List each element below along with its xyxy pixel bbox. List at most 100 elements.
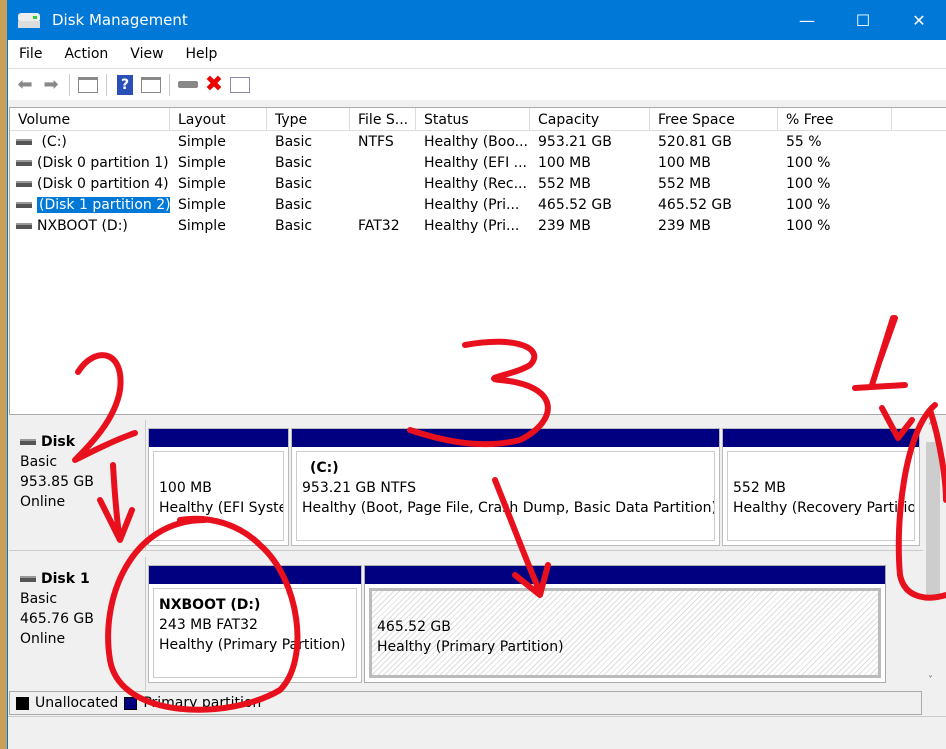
cell-text: 100 % — [786, 217, 831, 234]
disk-0-label[interactable]: Disk Basic 953.85 GB Online — [9, 420, 146, 550]
column-free-space[interactable]: Free Space — [650, 108, 778, 130]
cell-type: Basic — [267, 134, 350, 150]
cell-text: Simple — [178, 175, 226, 192]
cell-volume: (Disk 0 partition 4) — [10, 176, 170, 192]
cell-capacity: 552 MB — [530, 176, 650, 192]
column-percent-free[interactable]: % Free — [778, 108, 892, 130]
cell-text: Simple — [178, 133, 226, 150]
cell-text: FAT32 — [358, 217, 400, 234]
delete-icon[interactable]: ✖ — [201, 72, 227, 97]
cell-text: Healthy (EFI ... — [424, 154, 527, 171]
menu-file[interactable]: File — [8, 46, 53, 62]
cell-text: Basic — [275, 154, 313, 171]
cell-type: Basic — [267, 155, 350, 171]
disk-size: 465.76 GB — [20, 611, 94, 627]
cell-capacity: 953.21 GB — [530, 134, 650, 150]
cell-status: Healthy (Rec... — [416, 176, 530, 192]
cell-type: Basic — [267, 197, 350, 213]
partition-size: 465.52 GB — [377, 619, 451, 635]
partition-efi[interactable]: 100 MB Healthy (EFI System Partition) — [148, 428, 289, 546]
partition-c[interactable]: (C:) 953.21 GB NTFS Healthy (Boot, Page Fi… — [291, 428, 720, 546]
cell-text: 100 % — [786, 196, 831, 213]
partition-nxboot[interactable]: NXBOOT (D:) 243 MB FAT32 Healthy (Primary … — [148, 565, 362, 683]
disk-1-label[interactable]: Disk 1 Basic 465.76 GB Online — [9, 557, 146, 690]
cell-percent-free: 100 % — [778, 176, 892, 192]
legend-swatch-unallocated — [16, 696, 29, 710]
cell-percent-free: 100 % — [778, 197, 892, 213]
column-volume[interactable]: Volume — [10, 108, 170, 130]
table-row[interactable]: NXBOOT (D:) Simple Basic FAT32 Healthy (Pri.… — [10, 215, 946, 236]
connect-drive-icon[interactable] — [175, 73, 201, 97]
menu-action[interactable]: Action — [53, 46, 119, 62]
disk-icon — [20, 439, 36, 445]
scrollbar-thumb[interactable] — [926, 442, 940, 595]
cell-text: 100 MB — [658, 154, 711, 171]
cell-volume: (Disk 1 partition 2) — [10, 196, 170, 213]
partition-size: 100 MB — [159, 480, 212, 496]
cell-file-system: FAT32 — [350, 218, 416, 234]
partition-title: (C:) — [310, 460, 339, 476]
partition-size: 953.21 GB NTFS — [302, 480, 417, 496]
cell-text: 953.21 GB — [538, 133, 612, 150]
menu-view[interactable]: View — [119, 46, 174, 62]
back-icon[interactable]: ⬅ — [12, 73, 38, 97]
minimize-button[interactable]: — — [784, 0, 830, 40]
cell-status: Healthy (Pri... — [416, 218, 530, 234]
cell-text: (Disk 0 partition 4) — [37, 175, 169, 192]
disk-0-row: Disk Basic 953.85 GB Online 100 MB Health… — [9, 420, 923, 551]
cell-type: Basic — [267, 176, 350, 192]
scroll-up-icon[interactable]: ˄ — [928, 422, 933, 433]
legend-primary-partition: Primary partition — [143, 695, 262, 711]
forward-icon[interactable]: ➡ — [38, 73, 64, 97]
menu-help[interactable]: Help — [175, 46, 229, 62]
partition-status: Healthy (Recovery Partition) — [733, 500, 915, 516]
cell-free-space: 552 MB — [650, 176, 778, 192]
cell-text: (C:) — [37, 133, 67, 150]
title-bar: Disk Management — ☐ ✕ — [8, 0, 946, 40]
column-status[interactable]: Status — [416, 108, 530, 130]
partition-size: 243 MB FAT32 — [159, 617, 258, 633]
show-hide-console-tree-icon[interactable] — [75, 73, 101, 97]
cell-text: NTFS — [358, 133, 394, 150]
toolbar-separator — [169, 73, 170, 96]
cell-text: 465.52 GB — [658, 196, 732, 213]
disk-1-row: Disk 1 Basic 465.76 GB Online NXBOOT (D:… — [9, 557, 923, 690]
cell-status: Healthy (EFI ... — [416, 155, 530, 171]
column-type[interactable]: Type — [267, 108, 350, 130]
disk-management-app-icon — [18, 11, 40, 29]
cell-volume: NXBOOT (D:) — [10, 218, 170, 234]
status-bar — [8, 716, 946, 746]
column-file-system[interactable]: File S... — [350, 108, 416, 130]
properties-icon[interactable] — [227, 73, 253, 97]
cell-text: 552 MB — [538, 175, 591, 192]
cell-text: 55 % — [786, 133, 822, 150]
volume-icon — [16, 222, 32, 229]
graph-scrollbar[interactable]: ˄ ˅ — [924, 420, 942, 690]
disk-graph-pane: Disk Basic 953.85 GB Online 100 MB Health… — [9, 420, 923, 690]
cell-text: 465.52 GB — [538, 196, 612, 213]
partition-size: 552 MB — [733, 480, 786, 496]
table-row[interactable]: (C:) Simple Basic NTFS Healthy (Boo... 953.21… — [10, 131, 946, 152]
partition-disk1-selected[interactable]: 465.52 GB Healthy (Primary Partition) — [364, 565, 886, 683]
volume-icon — [16, 180, 32, 187]
table-row[interactable]: (Disk 0 partition 4) Simple Basic Healthy (… — [10, 173, 946, 194]
disk-state: Online — [20, 631, 66, 647]
show-action-pane-icon[interactable] — [138, 73, 164, 97]
cell-capacity: 465.52 GB — [530, 197, 650, 213]
help-icon[interactable]: ? — [112, 73, 138, 97]
disk-type: Basic — [20, 454, 58, 470]
cell-text: Simple — [178, 217, 226, 234]
cell-text: Healthy (Pri... — [424, 196, 520, 213]
table-row[interactable]: (Disk 0 partition 1) Simple Basic Healthy (… — [10, 152, 946, 173]
table-row[interactable]: (Disk 1 partition 2) Simple Basic Healthy (… — [10, 194, 946, 215]
maximize-button[interactable]: ☐ — [840, 0, 886, 40]
volume-list-header: Volume Layout Type File S... Status Capa… — [10, 108, 946, 131]
close-button[interactable]: ✕ — [896, 0, 942, 40]
partition-recovery[interactable]: 552 MB Healthy (Recovery Partition) — [722, 428, 920, 546]
scroll-down-icon[interactable]: ˅ — [928, 675, 933, 686]
column-capacity[interactable]: Capacity — [530, 108, 650, 130]
column-layout[interactable]: Layout — [170, 108, 267, 130]
disk-management-window: Disk Management — ☐ ✕ File Action View H… — [7, 0, 946, 749]
cell-text: Healthy (Boo... — [424, 133, 529, 150]
cell-layout: Simple — [170, 134, 267, 150]
